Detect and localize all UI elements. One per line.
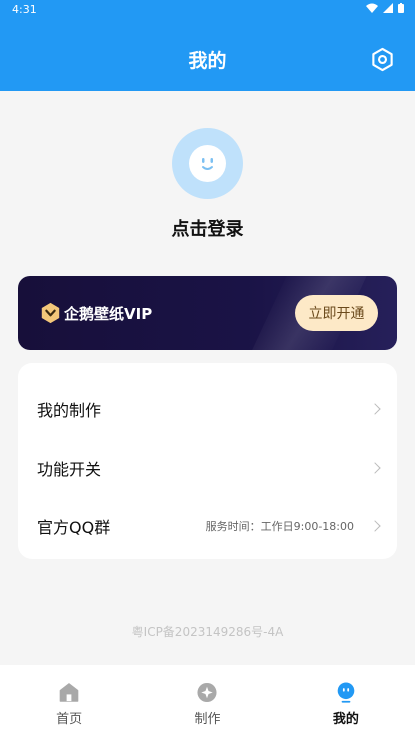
tab-label: 我的 <box>332 712 359 727</box>
vip-open-button[interactable]: 立即开通 <box>295 295 378 331</box>
vip-label: 企鹅壁纸VIP <box>64 305 153 323</box>
avatar-face-icon <box>189 145 226 182</box>
tab-profile[interactable]: 我的 <box>277 665 415 738</box>
avatar[interactable] <box>172 128 243 199</box>
settings-menu: 我的制作 功能开关 官方QQ群 服务时间：工作日9:00-18:00 <box>18 363 397 559</box>
tab-home[interactable]: 首页 <box>0 665 138 738</box>
settings-icon[interactable] <box>370 47 395 72</box>
status-icons <box>366 3 404 13</box>
menu-item-label: 官方QQ群 <box>37 518 111 537</box>
vip-badge-icon <box>41 302 60 324</box>
chevron-right-icon <box>369 403 381 415</box>
menu-item-label: 功能开关 <box>37 460 102 479</box>
menu-item-feature-toggles[interactable]: 功能开关 <box>18 438 397 498</box>
create-icon <box>197 682 218 703</box>
signal-icon <box>383 3 393 13</box>
login-link[interactable]: 点击登录 <box>0 215 415 241</box>
menu-item-qq-group[interactable]: 官方QQ群 服务时间：工作日9:00-18:00 <box>18 496 397 556</box>
profile-icon <box>337 682 355 703</box>
chevron-right-icon <box>369 520 381 532</box>
tab-label: 首页 <box>56 712 83 727</box>
tab-label: 制作 <box>194 712 221 727</box>
vip-banner[interactable]: 企鹅壁纸VIP 立即开通 <box>18 276 397 350</box>
menu-item-my-creations[interactable]: 我的制作 <box>18 379 397 439</box>
home-icon <box>59 683 79 702</box>
bottom-tab-bar: 首页 制作 我的 <box>0 665 415 738</box>
chevron-right-icon <box>369 462 381 474</box>
tab-create[interactable]: 制作 <box>138 665 276 738</box>
menu-item-label: 我的制作 <box>37 401 102 420</box>
wifi-icon <box>366 3 378 13</box>
service-hours-note: 服务时间：工作日9:00-18:00 <box>205 520 354 533</box>
status-time: 4:31 <box>12 3 37 16</box>
top-header: 4:31 我的 <box>0 0 415 91</box>
page-title: 我的 <box>188 50 227 72</box>
battery-icon <box>398 3 404 13</box>
icp-record[interactable]: 粤ICP备2023149286号-4A <box>0 623 415 640</box>
